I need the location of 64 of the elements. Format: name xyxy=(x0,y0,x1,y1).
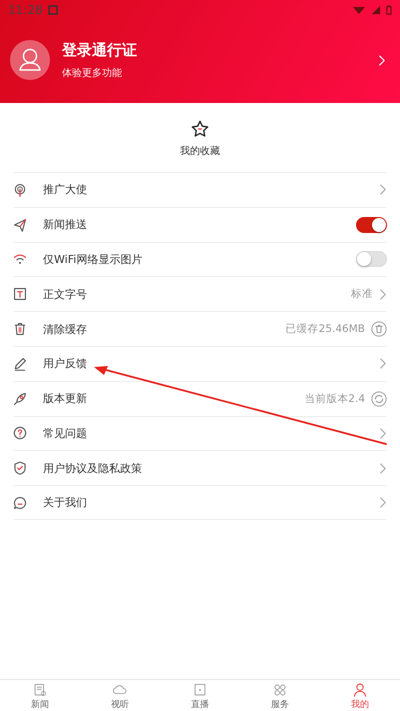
settings-row[interactable]: 清除缓存 已缓存25.46MB xyxy=(13,311,387,346)
tab-item[interactable]: 我的 xyxy=(320,680,400,711)
chevron-right-icon xyxy=(379,288,387,301)
row-label: 推广大使 xyxy=(43,182,87,198)
login-title[interactable]: 登录通行证 xyxy=(62,40,137,60)
chevron-right-icon xyxy=(378,54,386,66)
pin-icon xyxy=(13,182,27,197)
settings-row[interactable]: 正文字号 标准 xyxy=(13,276,387,312)
chevron-right-icon xyxy=(379,357,387,370)
chat-bubble-icon xyxy=(13,496,27,510)
row-label: 正文字号 xyxy=(43,286,87,302)
settings-row[interactable]: 用户协议及隐私政策 xyxy=(13,450,387,486)
login-subtitle: 体验更多功能 xyxy=(62,66,123,80)
row-value: 标准 xyxy=(351,287,373,302)
favorites-label[interactable]: 我的收藏 xyxy=(180,144,220,158)
trash-icon[interactable] xyxy=(371,321,387,338)
chevron-right-icon xyxy=(379,183,387,196)
chevron-right-icon xyxy=(379,462,387,475)
settings-row[interactable]: 新闻推送 xyxy=(13,206,387,242)
wifi-signal-icon xyxy=(352,5,366,15)
row-label: 版本更新 xyxy=(43,391,87,406)
play-screen-icon xyxy=(193,683,207,697)
question-icon xyxy=(13,426,27,440)
row-label: 清除缓存 xyxy=(43,322,87,337)
battery-icon xyxy=(386,5,392,15)
paper-plane-icon xyxy=(13,218,27,232)
four-circles-icon xyxy=(273,683,287,697)
settings-row[interactable]: 常见问题 xyxy=(13,416,387,450)
tab-item[interactable]: 视听 xyxy=(80,680,160,711)
avatar-icon xyxy=(10,40,50,80)
newspaper-icon xyxy=(33,683,47,697)
person-icon xyxy=(353,683,367,697)
trash-icon xyxy=(13,322,27,336)
row-label: 用户反馈 xyxy=(43,356,87,372)
settings-row[interactable]: 关于我们 xyxy=(13,485,387,520)
row-label: 新闻推送 xyxy=(43,217,87,232)
row-label: 仅WiFi网络显示图片 xyxy=(43,252,142,267)
shield-icon xyxy=(13,461,27,476)
cell-signal-icon xyxy=(371,5,382,15)
settings-row[interactable]: 版本更新 当前版本2.4 xyxy=(13,380,387,416)
pen-icon xyxy=(13,356,27,371)
text-size-icon xyxy=(13,287,27,302)
wifi-icon xyxy=(13,252,27,266)
tab-item[interactable]: 直播 xyxy=(160,680,240,711)
toggle-switch[interactable] xyxy=(356,251,387,268)
chevron-right-icon xyxy=(379,496,387,510)
settings-row[interactable]: 推广大使 xyxy=(13,172,387,207)
settings-row[interactable]: 仅WiFi网络显示图片 xyxy=(13,242,387,276)
notification-icon xyxy=(48,5,58,15)
status-time: 11:28 xyxy=(8,3,43,17)
star-icon[interactable] xyxy=(191,120,209,138)
refresh-icon[interactable] xyxy=(371,390,387,407)
row-value: 已缓存25.46MB xyxy=(286,322,365,336)
row-label: 关于我们 xyxy=(43,495,87,510)
cloud-icon xyxy=(113,683,127,697)
rocket-icon xyxy=(13,392,27,406)
row-label: 常见问题 xyxy=(43,426,87,441)
tab-item[interactable]: 新闻 xyxy=(0,680,80,711)
profile-header[interactable]: 11:28 登录通行证 体验更多功能 xyxy=(0,0,400,103)
toggle-switch[interactable] xyxy=(356,216,387,233)
row-value: 当前版本2.4 xyxy=(304,392,365,406)
row-label: 用户协议及隐私政策 xyxy=(43,460,142,476)
chevron-right-icon xyxy=(379,426,387,440)
tab-item[interactable]: 服务 xyxy=(240,680,320,711)
